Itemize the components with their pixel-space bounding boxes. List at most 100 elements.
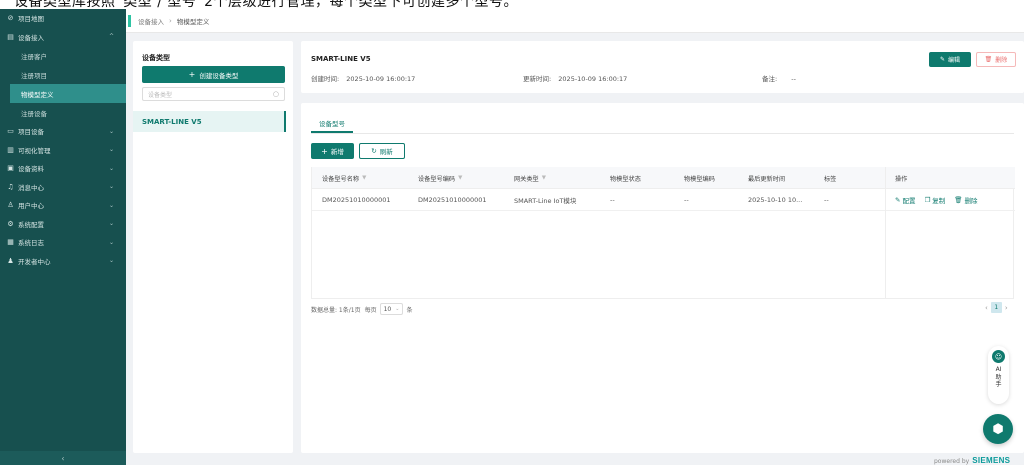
column-header-model-name[interactable]: 设备型号名称 ▼ xyxy=(322,167,366,189)
column-header-model-code2: 物模型编码 xyxy=(684,175,715,183)
device-type-name: SMART-LINE V5 xyxy=(311,55,371,63)
sidebar-item-developer[interactable]: ♟ 开发者中心 ⌄ xyxy=(0,252,126,271)
developer-icon: ♟ xyxy=(7,256,14,265)
remark-label: 备注: xyxy=(762,75,778,83)
chevron-down-icon: ⌄ xyxy=(108,146,114,154)
column-header-model-code[interactable]: 设备型号编码 ▼ xyxy=(418,167,462,189)
edit-button[interactable]: ✎ 编辑 xyxy=(929,52,971,67)
delete-button-label: 删除 xyxy=(995,57,1008,64)
edit-icon: ✎ xyxy=(939,56,945,63)
sidebar-item-project-map[interactable]: ⊘ 项目地图 xyxy=(0,9,126,28)
trash-icon: 🗑 xyxy=(984,56,993,63)
edit-icon: ✎ xyxy=(895,196,901,204)
sidebar-subitem-model-definition[interactable]: 物模型定义 xyxy=(10,84,126,103)
device-access-icon: ▤ xyxy=(7,32,14,41)
robot-icon: ☺ xyxy=(992,350,1005,363)
refresh-button[interactable]: ↻ 刷新 xyxy=(359,143,405,159)
pagination-summary: 数据总量: 1条/1页 xyxy=(311,306,361,314)
plus-icon: + xyxy=(321,146,328,156)
page-size-select[interactable]: 10 ⌄ xyxy=(379,303,404,315)
sidebar-item-label: 设备接入 xyxy=(18,33,44,42)
sidebar-item-label: 项目地图 xyxy=(18,15,44,24)
tab-divider xyxy=(311,133,1014,134)
ai-assistant-label-1: AI xyxy=(995,366,1002,373)
sidebar-subitem-register-customer[interactable]: 注册客户 xyxy=(0,46,126,65)
chevron-down-icon: ⌄ xyxy=(108,164,114,172)
bell-icon: ♫ xyxy=(7,182,14,191)
delete-row-link[interactable]: 🗑 删除 xyxy=(954,195,977,205)
chevron-down-icon: ⌄ xyxy=(108,257,114,265)
user-icon: ♙ xyxy=(7,201,14,210)
sidebar-item-label: 用户中心 xyxy=(18,202,44,211)
filter-icon[interactable]: ▼ xyxy=(458,175,462,181)
device-type-item[interactable]: SMART-LINE V5 xyxy=(133,111,286,132)
filter-icon[interactable]: ▼ xyxy=(362,175,366,181)
device-model-table: 设备型号名称 ▼ 设备型号编码 ▼ 网关类型 ▼ 物模型状态 物模型编码 最后更… xyxy=(311,167,1015,299)
chevron-down-icon: ⌄ xyxy=(108,201,114,209)
tab-device-models[interactable]: 设备型号 xyxy=(311,115,353,133)
delete-type-button[interactable]: 🗑 删除 xyxy=(976,52,1016,67)
per-page-label: 每页 xyxy=(364,306,377,314)
breadcrumb-parent[interactable]: 设备接入 xyxy=(138,16,164,26)
create-device-type-button[interactable]: + 创建设备类型 xyxy=(142,66,285,83)
sidebar-item-device-access[interactable]: ▤ 设备接入 ^ xyxy=(0,28,126,47)
sidebar-collapse-button[interactable]: ‹ xyxy=(0,451,126,465)
breadcrumb-current: 物模型定义 xyxy=(176,17,210,26)
created-time-value: 2025-10-09 16:00:17 xyxy=(346,75,416,83)
configure-link[interactable]: ✎ 配置 xyxy=(895,195,915,205)
sidebar-item-device-docs[interactable]: ▣ 设备资料 ⌄ xyxy=(0,159,126,178)
plus-icon: + xyxy=(188,70,196,79)
chart-icon: ▥ xyxy=(7,145,14,154)
updated-time-value: 2025-10-09 16:00:17 xyxy=(558,75,628,83)
chevron-down-icon: ⌄ xyxy=(108,220,114,228)
cell-last-updated: 2025-10-10 10... xyxy=(748,196,803,204)
top-caption-text: 设备类型库按照“类型 / 型号”2个层级进行管理，每个类型下可创建多个型号。 xyxy=(14,0,519,9)
cube-icon-button[interactable]: ⬢ xyxy=(983,414,1013,444)
next-page-icon[interactable]: › xyxy=(1005,304,1008,312)
column-header-last-updated: 最后更新时间 xyxy=(748,175,786,183)
ai-assistant-label-2: 助 xyxy=(995,373,1002,381)
sidebar-item-label: 可视化管理 xyxy=(18,146,51,155)
remark-value: -- xyxy=(791,75,796,83)
pagination-info: 数据总量: 1条/1页 每页 10 ⌄ 条 xyxy=(311,303,412,315)
sidebar-item-label: 开发者中心 xyxy=(18,257,51,266)
chevron-down-icon: ⌄ xyxy=(108,238,114,246)
ai-assistant-button[interactable]: ☺ AI 助 手 xyxy=(988,346,1009,404)
siemens-logo: SIEMENS xyxy=(972,456,1011,465)
gear-icon: ⚙ xyxy=(7,219,14,228)
copy-label: 复制 xyxy=(932,197,946,205)
sidebar-item-project-devices[interactable]: ▭ 项目设备 ⌄ xyxy=(0,122,126,141)
sidebar-item-system-log[interactable]: ▦ 系统日志 ⌄ xyxy=(0,233,126,252)
chevron-left-icon: ‹ xyxy=(61,453,65,463)
column-header-gateway-type[interactable]: 网关类型 ▼ xyxy=(514,167,546,189)
sidebar-subitem-register-device[interactable]: 注册设备 xyxy=(0,103,126,122)
column-header-actions: 操作 xyxy=(895,175,908,183)
pagination-nav: ‹ 1 › xyxy=(982,302,1011,313)
document-icon: ▣ xyxy=(7,164,14,173)
page-number-1[interactable]: 1 xyxy=(990,302,1002,313)
add-model-button[interactable]: + 新增 xyxy=(311,143,354,159)
cell-model-code: DM20251010000001 xyxy=(418,196,487,204)
device-model-card: 设备型号 + 新增 ↻ 刷新 设备型号名称 ▼ 设备型号编码 ▼ 网关类型 ▼ … xyxy=(301,103,1024,453)
compass-icon: ⊘ xyxy=(7,14,14,23)
configure-label: 配置 xyxy=(902,197,916,205)
sidebar-subitem-register-project[interactable]: 注册项目 xyxy=(0,65,126,84)
sidebar-item-user-center[interactable]: ♙ 用户中心 ⌄ xyxy=(0,196,126,215)
sidebar-item-messages[interactable]: ♫ 消息中心 ⌄ xyxy=(0,178,126,197)
cell-model-code2: -- xyxy=(684,196,689,204)
device-type-title: 设备类型 xyxy=(142,54,170,62)
device-type-search-input[interactable]: 设备类型 ○ xyxy=(142,87,285,101)
remark: 备注: -- xyxy=(762,73,796,83)
sidebar-item-label: 设备资料 xyxy=(18,165,44,174)
filter-icon[interactable]: ▼ xyxy=(542,175,546,181)
sidebar-item-system-config[interactable]: ⚙ 系统配置 ⌄ xyxy=(0,215,126,234)
sidebar-item-label: 系统日志 xyxy=(18,239,44,248)
sidebar-item-visualization[interactable]: ▥ 可视化管理 ⌄ xyxy=(0,141,126,160)
cell-model-status: -- xyxy=(610,196,615,204)
delete-label: 删除 xyxy=(964,197,978,205)
prev-page-icon[interactable]: ‹ xyxy=(985,304,988,312)
copy-link[interactable]: ❐ 复制 xyxy=(924,195,945,205)
sidebar: ⊘ 项目地图 ▤ 设备接入 ^ 注册客户 注册项目 物模型定义 注册设备 ▭ 项… xyxy=(0,9,126,465)
top-caption: 设备类型库按照“类型 / 型号”2个层级进行管理，每个类型下可创建多个型号。 xyxy=(0,0,1024,9)
breadcrumb-accent-bar xyxy=(128,14,131,27)
